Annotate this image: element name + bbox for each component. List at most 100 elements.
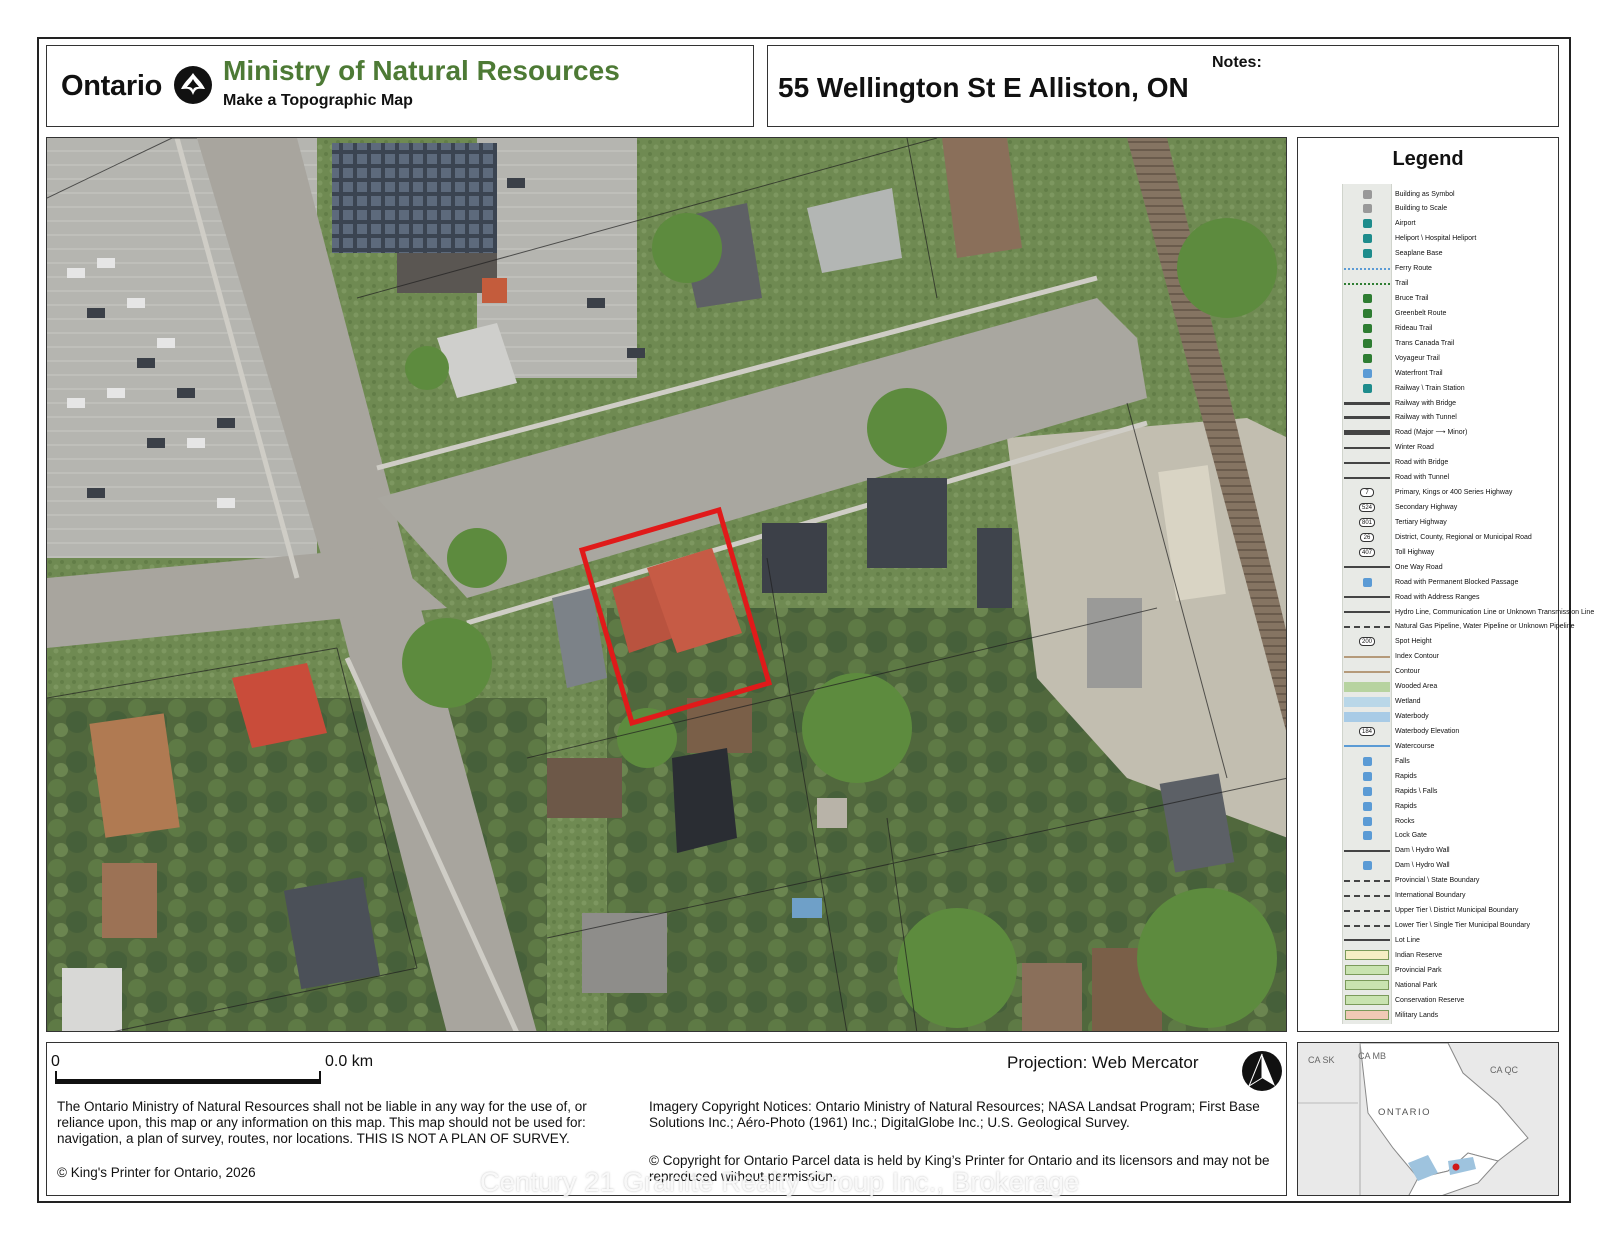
legend-item: Railway with Bridge <box>1342 397 1552 409</box>
trans-canada-trail-icon <box>1342 337 1392 349</box>
legend-item: Contour <box>1342 666 1552 678</box>
aerial-map[interactable] <box>46 137 1287 1032</box>
legend-item-label: Upper Tier \ District Municipal Boundary <box>1395 907 1519 915</box>
legend-item: Dam \ Hydro Wall <box>1342 860 1552 872</box>
legend-item-label: Trail <box>1395 280 1409 288</box>
legend-item-label: Tertiary Highway <box>1395 518 1447 526</box>
imagery-copyright: Imagery Copyright Notices: Ontario Minis… <box>649 1099 1260 1130</box>
legend-item: International Boundary <box>1342 890 1552 902</box>
legend-item-label: Secondary Highway <box>1395 504 1458 511</box>
brokerage-watermark: Century 21 Granite Realty Group Inc., Br… <box>480 1167 1080 1197</box>
legend-item-label: Bruce Trail <box>1395 295 1429 302</box>
one-way-road-line <box>1342 561 1392 573</box>
locator-inset-map: CA SK CA MB ONTARIO CA QC <box>1297 1042 1559 1196</box>
conservation-reserve-fill <box>1342 994 1392 1006</box>
tertiary-highway-icon: 801 <box>1342 516 1392 528</box>
legend-item-label: Waterfront Trail <box>1395 369 1443 377</box>
inset-label-mb: CA MB <box>1358 1051 1386 1061</box>
legend-item: Upper Tier \ District Municipal Boundary <box>1342 905 1552 917</box>
legend-item-label: Road with Address Ranges <box>1395 593 1480 601</box>
rideau-trail-icon <box>1342 322 1392 334</box>
lot-line <box>1342 934 1392 946</box>
legend-item-label: Trans Canada Trail <box>1395 339 1455 347</box>
legend-item: 184 Waterbody Elevation <box>1342 725 1552 737</box>
legend-item-label: Wetland <box>1395 698 1421 706</box>
legend-item: Road with Permanent Blocked Passage <box>1342 576 1552 588</box>
winter-road-line <box>1342 442 1392 454</box>
locator-map-graphic: CA SK CA MB ONTARIO CA QC <box>1298 1043 1558 1195</box>
legend-item-label: Airport <box>1395 220 1416 228</box>
legend-item-label: Contour <box>1395 668 1420 676</box>
legend-item: Rideau Trail <box>1342 322 1552 334</box>
legend-item: One Way Road <box>1342 561 1552 573</box>
provincial-boundary-line <box>1342 875 1392 887</box>
legend-item-label: National Park <box>1395 981 1438 989</box>
legend-item: 26 District, County, Regional or Municipa… <box>1342 531 1552 543</box>
legend-item: Road with Bridge <box>1342 457 1552 469</box>
legend-item-label: International Boundary <box>1395 892 1466 900</box>
legend-item-label: Index Contour <box>1395 653 1439 661</box>
legend-item: Natural Gas Pipeline, Water Pipeline or … <box>1342 621 1575 633</box>
legend-item: Trans Canada Trail <box>1342 337 1552 349</box>
watercourse-line <box>1342 740 1392 752</box>
legend-item-label: Road with Bridge <box>1395 459 1449 467</box>
legend-item: Provincial Park <box>1342 964 1552 976</box>
header-title-panel: Ontario Ministry of Natural Resources Ma… <box>46 45 754 127</box>
legend-item-label: Building to Scale <box>1395 205 1448 213</box>
projection-label: Projection: Web Mercator <box>1007 1053 1199 1072</box>
legend-item-label: Ferry Route <box>1395 265 1432 273</box>
legend-item-label: Railway \ Train Station <box>1395 384 1465 392</box>
legend-item: Waterfront Trail <box>1342 367 1552 379</box>
ministry-title: Ministry of Natural Resources <box>223 55 620 86</box>
scale-bar <box>55 1079 321 1084</box>
lock-gate-icon <box>1342 830 1392 842</box>
legend-item-label: Winter Road <box>1395 444 1434 452</box>
property-address: 55 Wellington St E Alliston, ON <box>778 72 1189 103</box>
legend-item: 524 Secondary Highway <box>1342 502 1552 514</box>
map-subtitle: Make a Topographic Map <box>223 92 413 109</box>
road-bridge-line <box>1342 457 1392 469</box>
legend-item: 7 Primary, Kings or 400 Series Highway <box>1342 487 1552 499</box>
legend-item: 407 Toll Highway <box>1342 546 1552 558</box>
scale-start-label: 0 <box>51 1053 60 1070</box>
legend-item: National Park <box>1342 979 1552 991</box>
legend-item-label: Road (Major ⟶ Minor) <box>1395 429 1468 437</box>
contour-line <box>1342 666 1392 678</box>
dam-line <box>1342 845 1392 857</box>
pipeline-line <box>1342 621 1392 633</box>
inset-label-sk: CA SK <box>1308 1055 1335 1065</box>
legend-item: Seaplane Base <box>1342 248 1552 260</box>
legend-item: Wooded Area <box>1342 681 1552 693</box>
address-range-line <box>1342 591 1392 603</box>
legend-item: Voyageur Trail <box>1342 352 1552 364</box>
legend-item-label: Waterbody <box>1395 713 1429 720</box>
ferry-route-line <box>1342 263 1392 275</box>
legend-item-label: Waterbody Elevation <box>1395 727 1460 735</box>
rapids-icon <box>1342 770 1392 782</box>
wooded-area-fill <box>1342 681 1392 693</box>
legend-item: Indian Reserve <box>1342 949 1552 961</box>
header-address-panel: 55 Wellington St E Alliston, ON Notes: <box>767 45 1559 127</box>
legend-item-label: Greenbelt Route <box>1395 309 1447 317</box>
inset-label-ontario: ONTARIO <box>1378 1107 1431 1118</box>
military-lands-fill <box>1342 1009 1392 1021</box>
legend-item-label: Conservation Reserve <box>1395 996 1465 1004</box>
legend-item-label: Rapids <box>1395 802 1417 810</box>
scale-tick-end <box>319 1071 321 1084</box>
airport-icon <box>1342 218 1392 230</box>
aerial-imagery <box>47 138 1286 1031</box>
spot-height-icon: 200 <box>1342 636 1392 648</box>
legend-item: Military Lands <box>1342 1009 1552 1021</box>
dam-area-icon <box>1342 860 1392 872</box>
legend-item-label: Road with Tunnel <box>1395 474 1450 482</box>
legend-item-label: Lot Line <box>1395 936 1420 944</box>
legend-item-label: Heliport \ Hospital Heliport <box>1395 235 1477 243</box>
bruce-trail-icon <box>1342 293 1392 305</box>
legend-item: Road with Address Ranges <box>1342 591 1552 603</box>
legend-item-label: Provincial \ State Boundary <box>1395 877 1480 885</box>
legend-item: Railway \ Train Station <box>1342 382 1552 394</box>
legend-item: Winter Road <box>1342 442 1552 454</box>
legend-item: Watercourse <box>1342 740 1552 752</box>
railway-bridge-line <box>1342 397 1392 409</box>
legend-item-label: Seaplane Base <box>1395 250 1443 258</box>
